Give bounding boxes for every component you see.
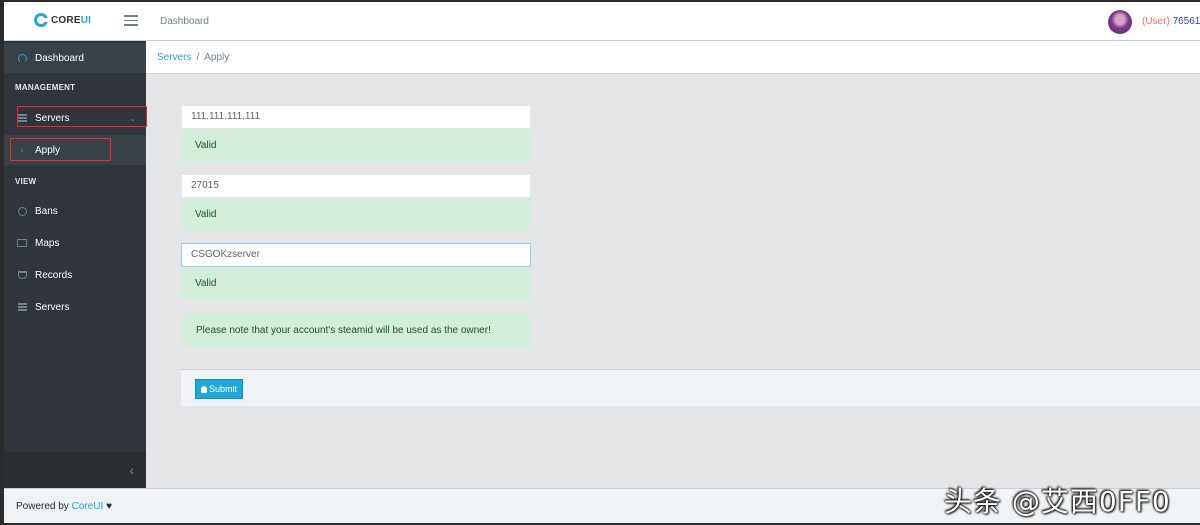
heart-icon: ♥ xyxy=(106,501,112,512)
header-nav-dashboard[interactable]: Dashboard xyxy=(160,16,209,27)
server-name-valid-feedback: Valid xyxy=(181,267,531,300)
trophy-icon xyxy=(17,271,27,279)
chevron-left-icon: ‹ xyxy=(129,462,134,478)
sidebar-section-management: MANAGEMENT xyxy=(15,83,76,92)
brand-text: COREUI xyxy=(51,14,92,26)
submit-label: Submit xyxy=(209,384,238,394)
server-name-field-group: CSGOKzserver Valid xyxy=(181,243,531,300)
user-avatar[interactable] xyxy=(1108,10,1132,34)
server-list-icon xyxy=(17,303,27,311)
speedometer-icon xyxy=(17,53,27,63)
breadcrumb-separator: / xyxy=(196,51,200,63)
sidebar-item-label: Maps xyxy=(35,237,60,249)
sidebar-section-view: VIEW xyxy=(15,177,37,186)
sidebar-item-label: Dashboard xyxy=(35,52,84,64)
submit-button[interactable]: Submit xyxy=(195,379,244,399)
footer-coreui-link[interactable]: CoreUI xyxy=(72,501,104,512)
user-role: (User) xyxy=(1142,16,1170,27)
ip-valid-feedback: Valid xyxy=(181,129,531,162)
map-icon xyxy=(17,239,27,247)
bell-icon xyxy=(201,385,207,393)
ban-icon xyxy=(17,206,27,216)
sidebar-item-dashboard[interactable]: Dashboard xyxy=(4,43,146,73)
highlight-box-apply xyxy=(10,138,111,161)
footer-prefix: Powered by xyxy=(16,501,69,512)
sidebar-item-records[interactable]: Records xyxy=(4,260,146,290)
sidebar-toggle-menu-icon[interactable] xyxy=(124,15,138,26)
coreui-logo-icon xyxy=(34,13,48,27)
server-name-input[interactable]: CSGOKzserver xyxy=(181,243,531,267)
ip-field-group: 111.111.111.111 Valid xyxy=(181,105,531,162)
brand-logo[interactable]: COREUI xyxy=(34,13,91,27)
port-valid-feedback: Valid xyxy=(181,198,531,231)
sidebar: Dashboard MANAGEMENT Servers ⌄ › Apply V… xyxy=(4,41,147,488)
sidebar-item-maps[interactable]: Maps xyxy=(4,228,146,258)
ip-address-input[interactable]: 111.111.111.111 xyxy=(181,105,531,129)
sidebar-item-label: Servers xyxy=(35,301,70,313)
port-field-group: 27015 Valid xyxy=(181,174,531,231)
app-frame: COREUI Dashboard (User) 76561 Dashboard … xyxy=(4,2,1200,523)
port-input[interactable]: 27015 xyxy=(181,174,531,198)
sidebar-item-servers[interactable]: Servers xyxy=(4,292,146,322)
sidebar-item-label: Records xyxy=(35,269,73,281)
breadcrumb: Servers / Apply xyxy=(146,41,1200,74)
highlight-box-servers xyxy=(17,106,147,127)
owner-note-alert: Please note that your account's steamid … xyxy=(181,314,531,347)
form-card-footer: Submit xyxy=(181,369,1200,406)
sidebar-item-bans[interactable]: Bans xyxy=(4,196,146,226)
user-steamid: 76561 xyxy=(1172,16,1200,27)
breadcrumb-link-servers[interactable]: Servers xyxy=(157,52,191,63)
breadcrumb-current: Apply xyxy=(204,51,230,63)
sidebar-minimizer[interactable]: ‹ xyxy=(4,452,146,488)
sidebar-item-label: Bans xyxy=(35,205,58,217)
user-info[interactable]: (User) 76561 xyxy=(1142,16,1200,27)
app-header: COREUI Dashboard (User) 76561 xyxy=(4,2,1200,41)
watermark-text: 头条 @艾西0FF0 xyxy=(944,485,1171,518)
